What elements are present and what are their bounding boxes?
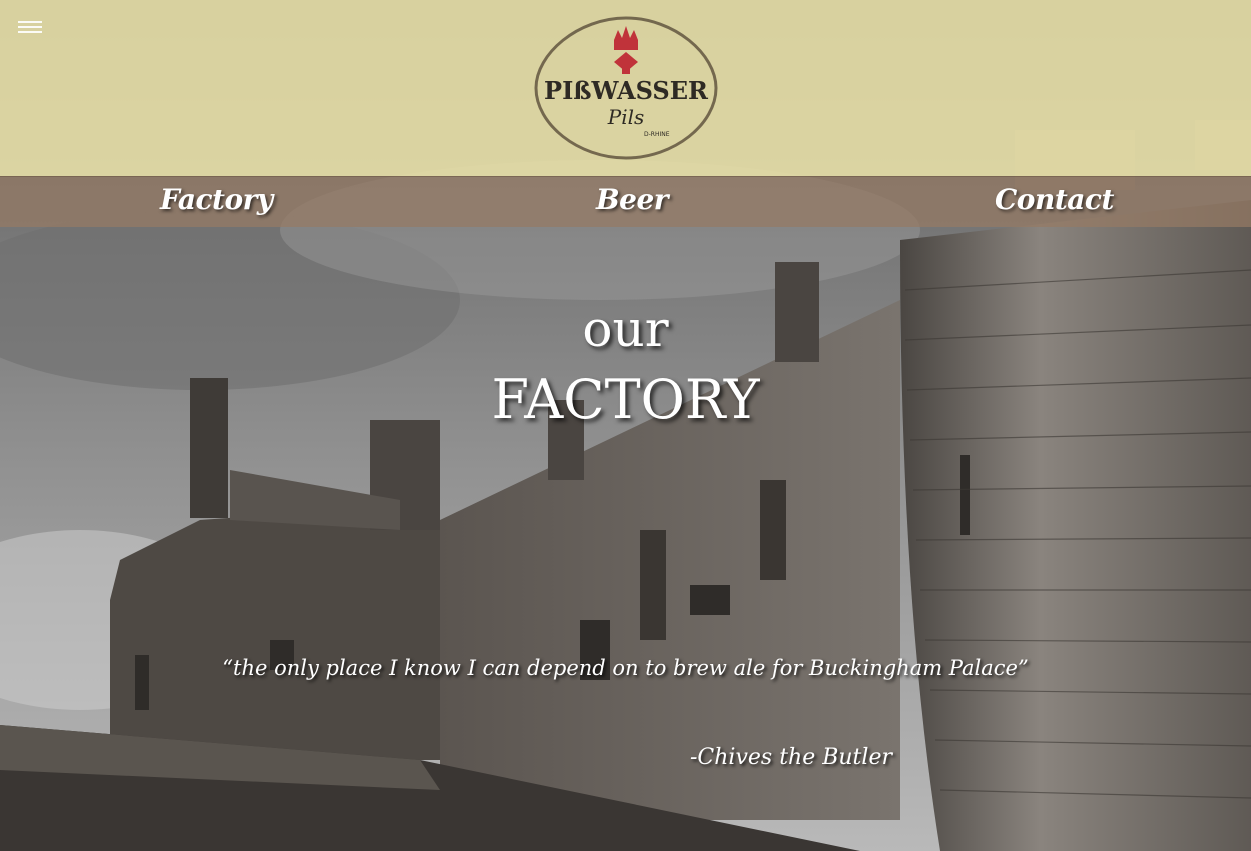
- quote-author: -Chives the Butler: [690, 745, 892, 770]
- logo-brand: PIßWASSER: [544, 76, 709, 105]
- main-navigation: Factory Beer Contact: [0, 176, 1251, 227]
- logo-origin: D-RHINE: [644, 131, 670, 138]
- hero-title-small: our: [582, 300, 669, 358]
- nav-item-beer[interactable]: Beer: [596, 183, 669, 216]
- crown-icon: [614, 26, 638, 74]
- hero-quote: “the only place I know I can depend on t…: [222, 656, 1029, 680]
- nav-item-factory[interactable]: Factory: [160, 183, 273, 216]
- brand-logo[interactable]: PIßWASSER Pils D-RHINE: [534, 14, 718, 162]
- logo-product: Pils: [607, 105, 645, 129]
- hero-title: FACTORY: [491, 368, 760, 431]
- nav-item-contact[interactable]: Contact: [995, 183, 1114, 216]
- hamburger-menu-icon[interactable]: [18, 18, 42, 36]
